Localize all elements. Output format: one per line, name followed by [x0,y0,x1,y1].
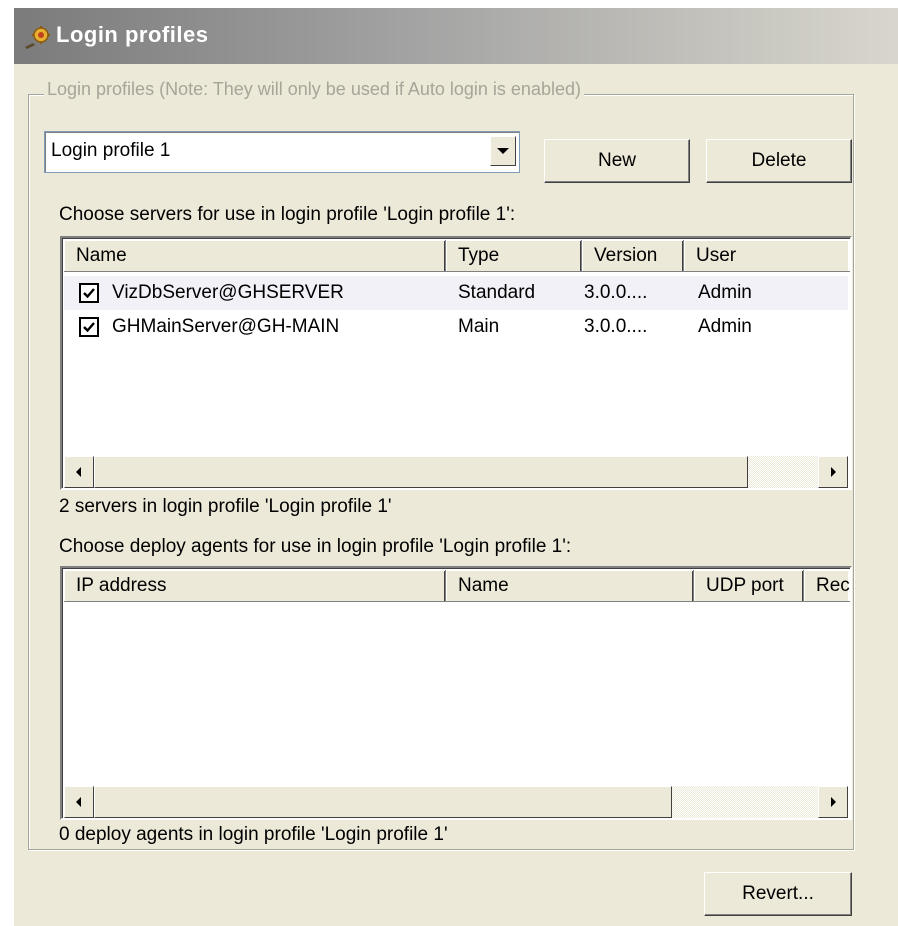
servers-count: 2 servers in login profile 'Login profil… [59,496,392,517]
column-header-name[interactable]: Name [64,240,446,272]
server-user: Admin [698,316,752,337]
arrow-right-icon [831,797,836,807]
column-header-rec[interactable]: Rec [804,570,850,602]
chevron-down-icon [497,148,509,154]
scroll-right-button[interactable] [818,456,848,488]
servers-list-header: Name Type Version User [64,240,850,272]
server-checkbox[interactable] [79,283,99,303]
agents-list-header: IP address Name UDP port Rec [64,570,850,602]
login-profiles-panel: Login profiles Login profiles (Note: The… [0,0,898,926]
server-user: Admin [698,282,752,303]
arrow-right-icon [831,467,836,477]
servers-list[interactable]: Name Type Version User VizDbServer@GHSER… [60,236,852,490]
profile-select[interactable]: Login profile 1 [44,131,520,173]
server-name: VizDbServer@GHSERVER [112,282,344,303]
profile-select-value: Login profile 1 [51,140,171,161]
scroll-thumb[interactable] [94,456,748,488]
column-header-version[interactable]: Version [582,240,684,272]
server-type: Standard [458,282,536,303]
profile-dropdown-button[interactable] [490,136,516,166]
column-header-type[interactable]: Type [446,240,582,272]
column-header-udp-port[interactable]: UDP port [694,570,804,602]
scroll-left-button[interactable] [64,456,94,488]
agents-horizontal-scrollbar[interactable] [64,786,848,818]
gear-plug-icon [23,25,53,51]
checkmark-icon [83,322,95,333]
server-checkbox[interactable] [79,317,99,337]
title-bar: Login profiles [14,8,898,64]
new-profile-button[interactable]: New [544,139,690,183]
checkmark-icon [83,288,95,299]
server-version: 3.0.0.... [584,282,648,303]
scroll-left-button[interactable] [64,786,94,818]
column-header-user[interactable]: User [684,240,850,272]
agents-prompt: Choose deploy agents for use in login pr… [59,536,572,557]
scroll-track[interactable] [748,456,822,488]
column-header-name[interactable]: Name [446,570,694,602]
table-row[interactable]: VizDbServer@GHSERVER Standard 3.0.0.... … [64,276,848,310]
arrow-left-icon [76,467,81,477]
server-version: 3.0.0.... [584,316,648,337]
agents-list[interactable]: IP address Name UDP port Rec [60,566,852,820]
arrow-left-icon [76,797,81,807]
scroll-track[interactable] [672,786,822,818]
panel-title: Login profiles [56,22,209,47]
group-legend: Login profiles (Note: They will only be … [44,79,584,100]
agents-count: 0 deploy agents in login profile 'Login … [59,824,448,845]
delete-profile-button[interactable]: Delete [706,139,852,183]
scroll-right-button[interactable] [818,786,848,818]
servers-horizontal-scrollbar[interactable] [64,456,848,488]
revert-button[interactable]: Revert... [704,872,852,916]
servers-prompt: Choose servers for use in login profile … [59,204,516,225]
table-row[interactable]: GHMainServer@GH-MAIN Main 3.0.0.... Admi… [64,310,848,344]
server-name: GHMainServer@GH-MAIN [112,316,340,337]
scroll-thumb[interactable] [94,786,672,818]
server-type: Main [458,316,500,337]
column-header-ip-address[interactable]: IP address [64,570,446,602]
